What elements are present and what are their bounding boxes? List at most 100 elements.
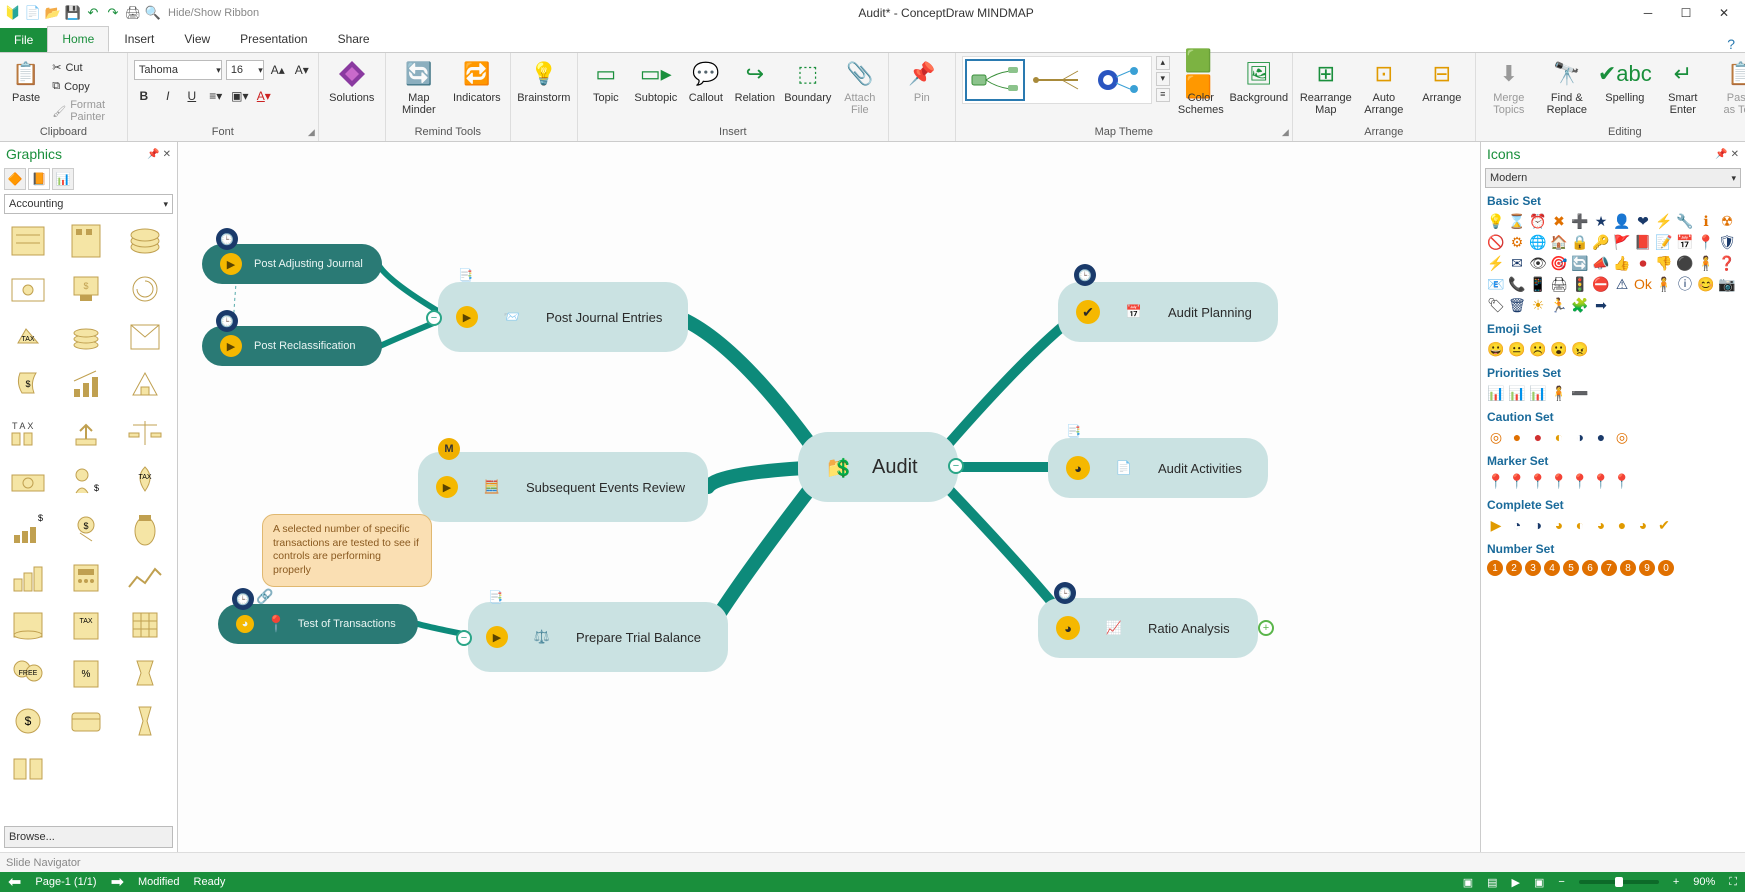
puzzle-icon[interactable]: 🧩 bbox=[1571, 296, 1589, 314]
lock-icon[interactable]: 🔒 bbox=[1571, 233, 1589, 251]
warn-icon[interactable]: ⚠ bbox=[1613, 275, 1631, 293]
shape-item[interactable] bbox=[4, 604, 52, 646]
shape-item[interactable] bbox=[4, 556, 52, 598]
shield-icon[interactable]: 🛡 bbox=[1718, 233, 1736, 251]
globe-icon[interactable]: 🌐 bbox=[1529, 233, 1547, 251]
underline-button[interactable]: U bbox=[182, 86, 202, 106]
emoji-happy-icon[interactable]: 😀 bbox=[1487, 340, 1505, 358]
indicators-button[interactable]: 🔁 Indicators bbox=[450, 56, 504, 104]
circle-icon[interactable]: ⚫ bbox=[1676, 254, 1694, 272]
italic-button[interactable]: I bbox=[158, 86, 178, 106]
priority-person-icon[interactable]: 🧍 bbox=[1550, 384, 1568, 402]
marker-7-icon[interactable]: 📍 bbox=[1613, 472, 1631, 490]
qat-new-icon[interactable]: 📄 bbox=[24, 4, 42, 22]
book-icon[interactable]: 📕 bbox=[1634, 233, 1652, 251]
key-icon[interactable]: 🔑 bbox=[1592, 233, 1610, 251]
topic-post-reclassification[interactable]: ▶ Post Reclassification bbox=[202, 326, 382, 366]
topic-audit-planning[interactable]: ✔ 📅 Audit Planning bbox=[1058, 282, 1278, 342]
like-icon[interactable]: 👍 bbox=[1613, 254, 1631, 272]
caution-6-icon[interactable]: ● bbox=[1592, 428, 1610, 446]
attach-file-button[interactable]: 📎Attach File bbox=[838, 56, 882, 116]
collapse-button[interactable]: − bbox=[456, 630, 472, 646]
num-1-icon[interactable]: 1 bbox=[1487, 560, 1503, 576]
shape-item[interactable]: % bbox=[62, 652, 110, 694]
smart-enter-button[interactable]: ↵Smart Enter bbox=[1656, 56, 1710, 116]
shape-item[interactable]: $ bbox=[4, 508, 52, 550]
zoom-slider[interactable] bbox=[1579, 880, 1659, 884]
calendar-icon[interactable]: 📅 bbox=[1676, 233, 1694, 251]
bold-button[interactable]: B bbox=[134, 86, 154, 106]
callout-button[interactable]: 💬Callout bbox=[684, 56, 728, 104]
shape-item[interactable] bbox=[62, 412, 110, 454]
tab-view[interactable]: View bbox=[169, 26, 225, 52]
complete-play-icon[interactable]: ▶ bbox=[1487, 516, 1505, 534]
icon-style-select[interactable]: Modern▾ bbox=[1485, 168, 1741, 188]
lightbulb-icon[interactable]: 💡 bbox=[1487, 212, 1505, 230]
paste-button[interactable]: 📋 Paste bbox=[6, 56, 46, 104]
forbidden-icon[interactable]: 🚫 bbox=[1487, 233, 1505, 251]
trash-icon[interactable]: 🗑 bbox=[1508, 296, 1526, 314]
person2-icon[interactable]: 🧍 bbox=[1697, 254, 1715, 272]
complete-62-icon[interactable]: ◕ bbox=[1592, 516, 1610, 534]
marker-5-icon[interactable]: 📍 bbox=[1571, 472, 1589, 490]
view-mode-3-icon[interactable]: ▶ bbox=[1512, 876, 1520, 889]
shape-item[interactable]: $ bbox=[62, 508, 110, 550]
window-maximize-button[interactable]: ☐ bbox=[1671, 3, 1701, 23]
arrow-icon[interactable]: ➡ bbox=[1592, 296, 1610, 314]
phone-icon[interactable]: 📞 bbox=[1508, 275, 1526, 293]
num-7-icon[interactable]: 7 bbox=[1601, 560, 1617, 576]
smile-icon[interactable]: 😊 bbox=[1697, 275, 1715, 293]
home-icon[interactable]: 🏠 bbox=[1550, 233, 1568, 251]
shape-item[interactable] bbox=[62, 316, 110, 358]
bolt-icon[interactable]: ⚡ bbox=[1655, 212, 1673, 230]
map-minder-button[interactable]: 🔄 Map Minder bbox=[392, 56, 446, 116]
topic-subsequent-events-review[interactable]: ▶ 🧮 Subsequent Events Review bbox=[418, 452, 708, 522]
mail2-icon[interactable]: 📧 bbox=[1487, 275, 1505, 293]
qat-open-icon[interactable]: 📂 bbox=[44, 4, 62, 22]
traffic-icon[interactable]: 🚦 bbox=[1571, 275, 1589, 293]
theme-up-button[interactable]: ▴ bbox=[1156, 56, 1170, 70]
central-topic[interactable]: 📁 Audit bbox=[798, 432, 958, 502]
qat-app-icon[interactable]: 🔰 bbox=[4, 4, 22, 22]
view-mode-2-icon[interactable]: ▤ bbox=[1487, 876, 1497, 889]
shape-item[interactable]: FREE bbox=[4, 652, 52, 694]
complete-37-icon[interactable]: ◕ bbox=[1550, 516, 1568, 534]
shape-item[interactable] bbox=[4, 460, 52, 502]
zoom-in-button[interactable]: + bbox=[1673, 876, 1679, 888]
slide-navigator-bar[interactable]: Slide Navigator bbox=[0, 852, 1745, 872]
num-8-icon[interactable]: 8 bbox=[1620, 560, 1636, 576]
dislike-icon[interactable]: 👎 bbox=[1655, 254, 1673, 272]
flag-icon[interactable]: 🚩 bbox=[1613, 233, 1631, 251]
shape-item[interactable]: T A X bbox=[4, 412, 52, 454]
plus-icon[interactable]: ➕ bbox=[1571, 212, 1589, 230]
qat-hideribbon-button[interactable]: Hide/Show Ribbon bbox=[164, 4, 259, 22]
emoji-surprised-icon[interactable]: 😮 bbox=[1550, 340, 1568, 358]
library-select[interactable]: Accounting▾ bbox=[4, 194, 173, 214]
num-4-icon[interactable]: 4 bbox=[1544, 560, 1560, 576]
ok-icon[interactable]: Ok bbox=[1634, 275, 1652, 293]
emoji-sad-icon[interactable]: ☹️ bbox=[1529, 340, 1547, 358]
font-name-combo[interactable]: Tahoma▾ bbox=[134, 60, 222, 80]
priority-med-icon[interactable]: 📊 bbox=[1508, 384, 1526, 402]
shape-item[interactable] bbox=[121, 700, 169, 742]
shape-item[interactable] bbox=[121, 412, 169, 454]
graphics-tab-1[interactable]: 🔶 bbox=[4, 168, 26, 190]
canvas-area[interactable]: 📁 Audit 💲 − ▶ 📨 Post Journal Entries 📑 −… bbox=[178, 142, 1480, 852]
emoji-neutral-icon[interactable]: 😐 bbox=[1508, 340, 1526, 358]
theme-more-button[interactable]: ≡ bbox=[1156, 88, 1170, 102]
merge-topics-button[interactable]: ⬇Merge Topics bbox=[1482, 56, 1536, 116]
zoom-level[interactable]: 90% bbox=[1693, 876, 1715, 888]
marker-4-icon[interactable]: 📍 bbox=[1550, 472, 1568, 490]
file-tab[interactable]: File bbox=[0, 28, 47, 52]
status-prev-button[interactable]: ⬅ bbox=[8, 872, 21, 892]
shape-item[interactable]: TAX bbox=[4, 316, 52, 358]
target-icon[interactable]: 🎯 bbox=[1550, 254, 1568, 272]
envelope-icon[interactable]: ✉ bbox=[1508, 254, 1526, 272]
status-next-button[interactable]: ➡ bbox=[111, 872, 124, 892]
note-indicator-icon[interactable]: 📑 bbox=[458, 268, 473, 282]
hourglass-icon[interactable]: ⌛ bbox=[1508, 212, 1526, 230]
shape-item[interactable] bbox=[62, 700, 110, 742]
info2-icon[interactable]: ⓘ bbox=[1676, 275, 1694, 293]
brainstorm-button[interactable]: 💡 Brainstorm bbox=[517, 56, 571, 104]
spelling-button[interactable]: ✔abcSpelling bbox=[1598, 56, 1652, 104]
